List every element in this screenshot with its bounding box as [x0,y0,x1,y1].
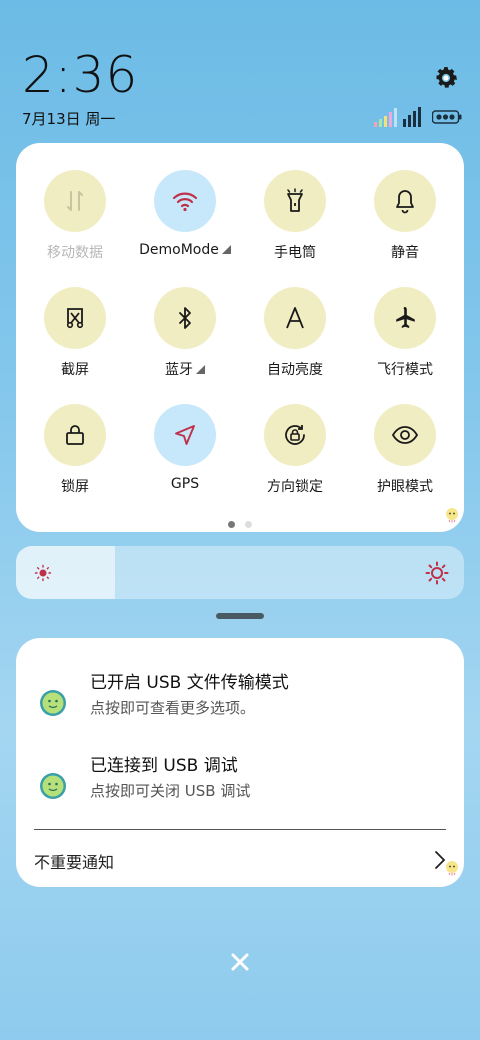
clear-all-close-icon[interactable] [228,950,252,974]
android-debug-icon [40,690,66,716]
sun-large-icon [425,561,449,585]
page-dot-active[interactable] [228,521,235,528]
tile-label: DemoMode [130,242,240,258]
tile-label: 移动数据 [47,245,103,261]
submenu-triangle-icon[interactable] [196,365,205,374]
tile-lock-screen-button[interactable] [44,404,106,466]
submenu-triangle-icon[interactable] [221,245,231,254]
drag-handle[interactable] [216,613,264,619]
notification-title: 已连接到 USB 调试 [90,756,238,776]
android-debug-icon [40,773,66,799]
sticker-icon [446,508,458,523]
wifi-icon [172,192,198,212]
lock-icon [66,425,84,445]
mobile-data-icon [67,191,83,211]
tile-screenshot-button[interactable] [44,287,106,349]
notification-body: 点按即可查看更多选项。 [90,699,256,717]
tile-mobile-data-button[interactable] [44,170,106,232]
airplane-icon [396,307,415,328]
bell-icon [396,190,414,214]
sun-small-icon [34,564,52,582]
tile-airplane[interactable]: 飞行模式 [350,287,460,379]
quick-settings-panel: 移动数据 DemoMode 手电筒 静音 截屏 蓝牙 自动亮度 飞行模式 锁屏 … [16,143,464,532]
notification-title: 已开启 USB 文件传输模式 [90,673,289,693]
tile-mute-button[interactable] [374,170,436,232]
tile-mute[interactable]: 静音 [350,170,460,262]
tile-screenshot[interactable]: 截屏 [20,287,130,379]
tile-eye-mode[interactable]: 护眼模式 [350,404,460,496]
tile-flashlight-button[interactable] [264,170,326,232]
tile-auto-brightness[interactable]: 自动亮度 [240,287,350,379]
tile-eye-mode-button[interactable] [374,404,436,466]
tile-label: 自动亮度 [267,362,323,378]
tile-gps[interactable]: GPS [130,404,240,492]
tile-label: 手电筒 [274,245,316,261]
tile-bluetooth-button[interactable] [154,287,216,349]
tile-auto-brightness-button[interactable] [264,287,326,349]
tile-label: 护眼模式 [377,479,433,495]
tile-wifi[interactable]: DemoMode [130,170,240,258]
date: 7月13日 周一 [22,110,116,128]
tile-label: 飞行模式 [377,362,433,378]
tile-rotation-lock[interactable]: 方向锁定 [240,404,350,496]
unimportant-notifications-link[interactable]: 不重要通知 [34,849,114,873]
notification-usb-transfer[interactable]: 已开启 USB 文件传输模式 点按即可查看更多选项。 [16,668,464,728]
tile-label: 蓝牙 [130,359,240,379]
tile-label: 静音 [391,245,419,261]
notification-panel: 已开启 USB 文件传输模式 点按即可查看更多选项。 已连接到 USB 调试 点… [16,638,464,887]
auto-brightness-icon [286,307,304,329]
notification-usb-debug[interactable]: 已连接到 USB 调试 点按即可关闭 USB 调试 [16,751,464,811]
rotation-lock-icon [285,425,305,445]
flashlight-icon [287,188,303,212]
gear-icon[interactable] [432,64,460,92]
eye-icon [391,426,419,444]
screenshot-icon [66,308,84,329]
bluetooth-icon [179,307,191,329]
page-indicator[interactable] [228,521,252,529]
tile-label: GPS [170,476,200,492]
tile-flashlight[interactable]: 手电筒 [240,170,350,262]
clock: 2:36 [22,46,139,104]
divider [34,829,446,830]
page-dot[interactable] [245,521,252,528]
brightness-slider[interactable] [16,546,464,599]
tile-lock-screen[interactable]: 锁屏 [20,404,130,496]
battery-icon [432,110,462,124]
sticker-icon [446,861,458,876]
tile-rotation-lock-button[interactable] [264,404,326,466]
tile-wifi-button[interactable] [154,170,216,232]
tile-mobile-data[interactable]: 移动数据 [20,170,130,262]
tile-airplane-button[interactable] [374,287,436,349]
notification-body: 点按即可关闭 USB 调试 [90,782,251,800]
tile-label-text: 蓝牙 [165,362,193,378]
tile-gps-button[interactable] [154,404,216,466]
signal-icon [374,107,421,127]
tile-label: 方向锁定 [267,479,323,495]
tile-label: 锁屏 [61,479,89,495]
tile-label-text: DemoMode [139,242,219,258]
tile-bluetooth[interactable]: 蓝牙 [130,287,240,379]
brightness-fill [16,546,115,599]
tile-label: 截屏 [61,362,89,378]
gps-icon [175,425,195,445]
